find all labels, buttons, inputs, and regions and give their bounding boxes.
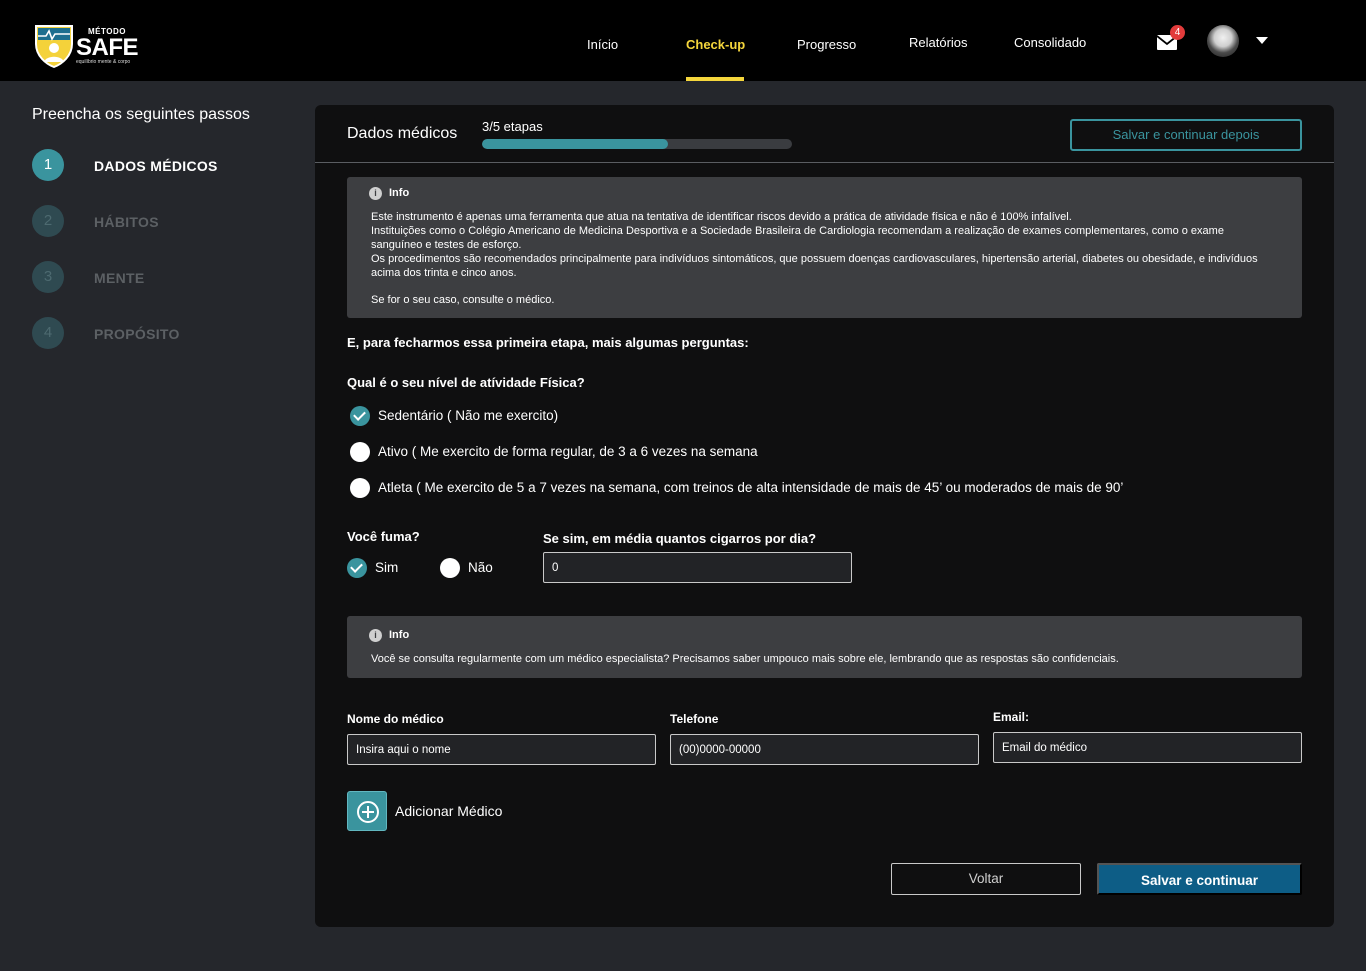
info-text-line-3: Os procedimentos são recomendados princi… <box>371 253 1258 279</box>
nav-inicio[interactable]: Início <box>587 37 618 52</box>
step-label-proposito[interactable]: PROPÓSITO <box>94 326 180 342</box>
info-heading: Info <box>389 187 410 199</box>
save-and-continue-later-button[interactable]: Salvar e continuar depois <box>1070 119 1302 151</box>
info-text-line-2: Instituições como o Colégio Americano de… <box>371 225 1224 251</box>
questions-intro: E, para fecharmos essa primeira etapa, m… <box>347 335 749 350</box>
avatar[interactable] <box>1207 25 1239 57</box>
radio-label-atleta[interactable]: Atleta ( Me exercito de 5 a 7 vezes na s… <box>378 480 1123 495</box>
doctor-name-input[interactable] <box>347 734 656 765</box>
radio-sedentario[interactable] <box>350 406 370 426</box>
active-nav-indicator <box>686 77 744 81</box>
step-label-mente[interactable]: MENTE <box>94 270 145 286</box>
step-number-3[interactable]: 3 <box>32 261 64 293</box>
step-number-1[interactable]: 1 <box>32 149 64 181</box>
phone-label: Telefone <box>670 712 719 726</box>
info-text-line-4: Se for o seu caso, consulte o médico. <box>371 294 555 306</box>
notification-badge: 4 <box>1170 25 1185 40</box>
nav-consolidado[interactable]: Consolidado <box>1014 35 1086 50</box>
info-box-disclaimer: i Info Este instrumento é apenas uma fer… <box>347 177 1302 318</box>
nav-check-up[interactable]: Check-up <box>686 37 745 52</box>
radio-label-ativo[interactable]: Ativo ( Me exercito de forma regular, de… <box>378 444 758 459</box>
step-label-habitos[interactable]: HÁBITOS <box>94 214 159 230</box>
radio-atleta[interactable] <box>350 478 370 498</box>
info-box-specialist: i Info Você se consulta regularmente com… <box>347 616 1302 678</box>
step-number-2[interactable]: 2 <box>32 205 64 237</box>
logo-main-text: SAFE <box>76 34 139 61</box>
radio-label-smoke-no[interactable]: Não <box>468 560 493 575</box>
progress-bar <box>482 139 792 149</box>
progress-bar-fill <box>482 139 668 149</box>
steps-counter: 3/5 etapas <box>482 119 543 134</box>
cigarettes-question: Se sim, em média quantos cigarros por di… <box>543 531 817 546</box>
step-label-dados-medicos[interactable]: DADOS MÉDICOS <box>94 158 218 174</box>
back-button[interactable]: Voltar <box>891 863 1081 895</box>
card-title: Dados médicos <box>347 125 458 142</box>
save-and-continue-button[interactable]: Salvar e continuar <box>1097 863 1302 895</box>
info-heading: Info <box>389 629 410 641</box>
info-text-line-1: Este instrumento é apenas uma ferramenta… <box>371 211 1072 223</box>
info-icon: i <box>369 629 382 642</box>
radio-smoke-no[interactable] <box>440 558 460 578</box>
radio-label-sedentario[interactable]: Sedentário ( Não me exercito) <box>378 408 558 423</box>
nav-progresso[interactable]: Progresso <box>797 37 856 52</box>
radio-smoke-yes[interactable] <box>347 558 367 578</box>
phone-input[interactable] <box>670 734 979 765</box>
radio-label-smoke-yes[interactable]: Sim <box>375 560 398 575</box>
cigarettes-per-day-input[interactable] <box>543 552 852 583</box>
nav-relatorios[interactable]: Relatórios <box>909 35 968 50</box>
shield-logo-icon <box>35 25 73 68</box>
email-field[interactable] <box>993 732 1302 763</box>
step-number-4[interactable]: 4 <box>32 317 64 349</box>
medical-data-form-card: Dados médicos 3/5 etapas Salvar e contin… <box>315 105 1334 927</box>
chevron-down-icon[interactable] <box>1256 37 1268 44</box>
add-doctor-label[interactable]: Adicionar Médico <box>395 803 502 819</box>
header-divider <box>315 162 1334 163</box>
logo-tagline: equilíbrio mente & corpo <box>76 59 131 65</box>
info-icon: i <box>369 187 382 200</box>
email-label: Email: <box>993 710 1030 724</box>
info-text-specialist: Você se consulta regularmente com um méd… <box>371 653 1119 665</box>
top-navigation-bar: MÉTODO SAFE equilíbrio mente & corpo Iní… <box>0 0 1366 81</box>
doctor-name-label: Nome do médico <box>347 712 444 726</box>
radio-ativo[interactable] <box>350 442 370 462</box>
activity-level-question: Qual é o seu nível de atívidade Física? <box>347 375 585 390</box>
add-doctor-button[interactable] <box>347 791 387 831</box>
metodo-safe-logo[interactable]: MÉTODO SAFE equilíbrio mente & corpo <box>34 22 144 68</box>
smoke-question: Você fuma? <box>347 529 420 544</box>
steps-title: Preencha os seguintes passos <box>32 106 250 123</box>
